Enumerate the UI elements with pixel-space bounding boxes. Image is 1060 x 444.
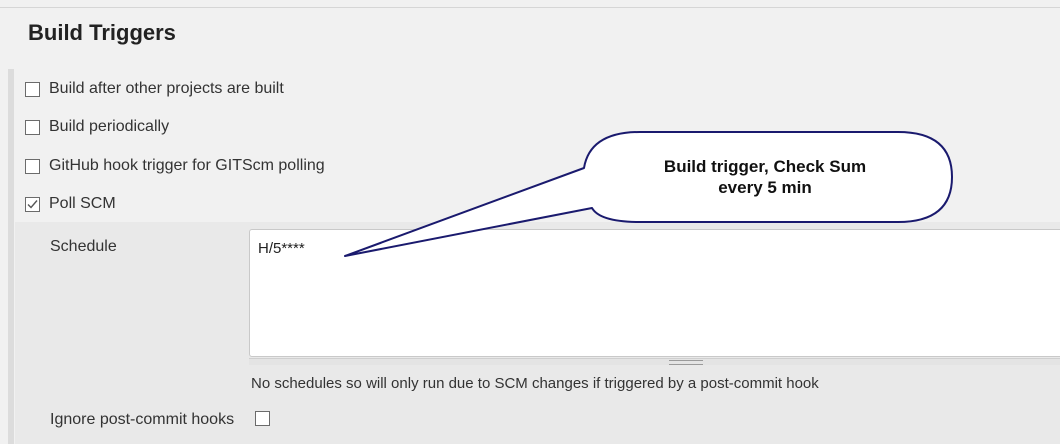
ignore-post-commit-hooks-checkbox[interactable] — [255, 411, 270, 426]
checkbox[interactable] — [25, 81, 40, 97]
schedule-textarea[interactable]: H/5**** — [249, 229, 1060, 357]
schedule-value: H/5**** — [258, 240, 305, 257]
checkbox[interactable] — [25, 158, 40, 174]
callout-line-1: Build trigger, Check Sum — [663, 157, 867, 176]
trigger-github-hook[interactable]: GitHub hook trigger for GITScm polling — [25, 156, 325, 176]
trigger-label: Build after other projects are built — [49, 80, 284, 97]
textarea-resize-handle[interactable] — [249, 358, 1060, 365]
grip-icon — [669, 360, 703, 365]
trigger-label: Build periodically — [49, 118, 170, 135]
section-left-bar — [8, 69, 14, 444]
trigger-build-after-other-projects[interactable]: Build after other projects are built — [25, 79, 284, 99]
trigger-label: GitHub hook trigger for GITScm polling — [49, 157, 325, 174]
callout-text: Build trigger, Check Sum every 5 min — [600, 156, 930, 198]
top-divider — [0, 7, 1060, 8]
checkmark-icon — [27, 199, 38, 209]
section-title: Build Triggers — [28, 20, 176, 45]
callout-line-2: every 5 min — [718, 178, 812, 197]
schedule-help-text: No schedules so will only run due to SCM… — [251, 375, 819, 392]
checkbox[interactable] — [25, 119, 40, 135]
checkbox-checked[interactable] — [25, 196, 40, 212]
trigger-build-periodically[interactable]: Build periodically — [25, 117, 169, 137]
trigger-poll-scm[interactable]: Poll SCM — [25, 194, 116, 214]
ignore-post-commit-hooks-label: Ignore post-commit hooks — [50, 411, 235, 428]
schedule-label: Schedule — [50, 238, 117, 255]
trigger-label: Poll SCM — [49, 195, 116, 212]
